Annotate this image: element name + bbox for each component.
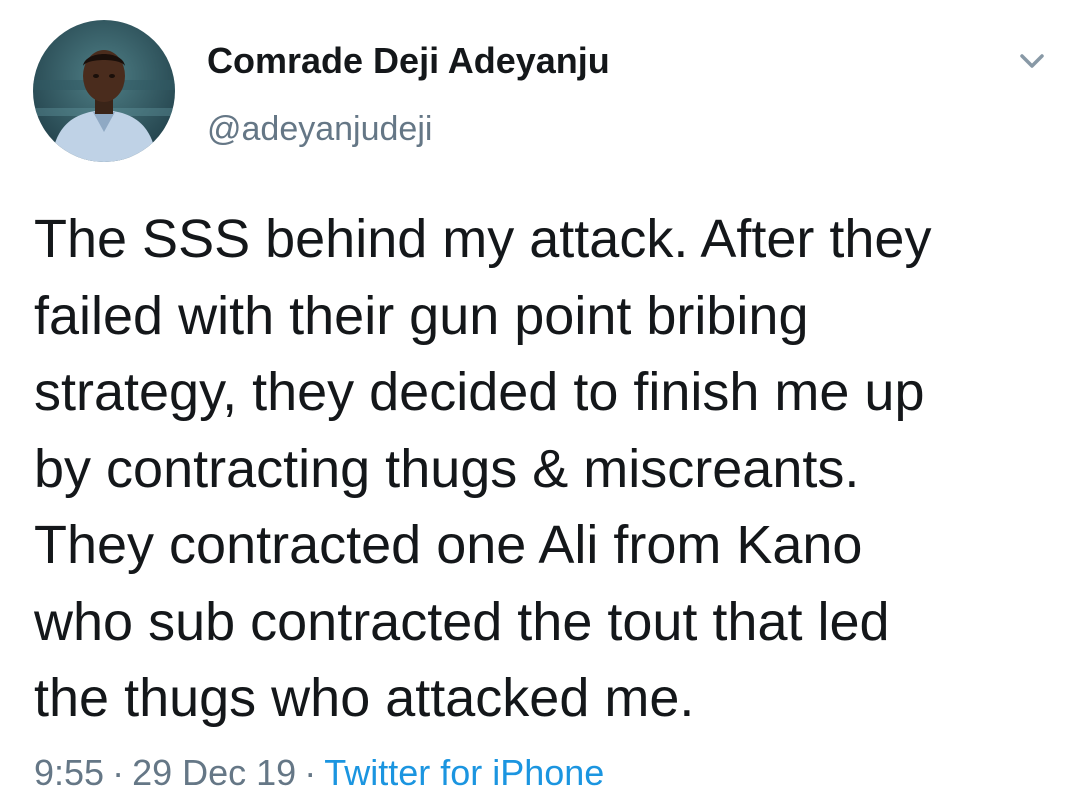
display-name[interactable]: Comrade Deji Adeyanju [207,40,610,82]
tweet-text: The SSS behind my attack. After they fai… [34,209,932,728]
tweet-metadata: 9:55 · 29 Dec 19 · Twitter for iPhone [34,752,604,794]
tweet-time: 9:55 [34,752,105,793]
avatar[interactable] [33,20,175,162]
tweet-card: Comrade Deji Adeyanju @adeyanjudeji The … [0,0,1080,806]
separator: · [112,752,125,793]
separator: · [304,752,317,793]
chevron-down-icon[interactable] [1010,44,1054,78]
tweet-date: 29 Dec 19 [132,752,297,793]
tweet-source-link[interactable]: Twitter for iPhone [324,752,604,793]
profile-photo-icon [33,20,175,162]
username-handle[interactable]: @adeyanjudeji [207,110,432,149]
